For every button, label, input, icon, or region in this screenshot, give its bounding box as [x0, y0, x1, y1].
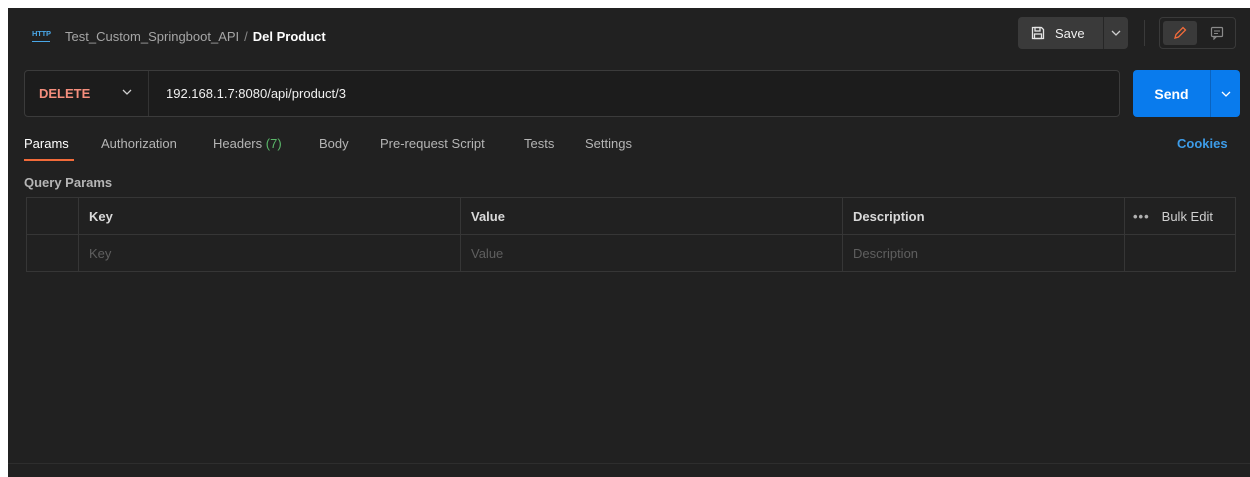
view-mode-toggle	[1159, 17, 1236, 49]
save-icon	[1031, 26, 1045, 40]
edit-mode-button[interactable]	[1163, 21, 1197, 45]
tab-label: Body	[319, 136, 349, 151]
active-tab-indicator	[24, 159, 74, 161]
url-input[interactable]	[166, 71, 1066, 116]
save-button-group: Save	[1018, 17, 1128, 49]
chevron-down-icon	[122, 89, 132, 95]
method-label: DELETE	[39, 86, 91, 101]
value-input[interactable]: Value	[461, 235, 841, 272]
description-input[interactable]: Description	[843, 235, 1123, 272]
request-name[interactable]: Del Product	[253, 29, 326, 44]
table-row: Key Value Description	[27, 235, 1235, 272]
postman-request-editor: HTTP Test_Custom_Springboot_API / Del Prod…	[8, 8, 1250, 477]
save-options-button[interactable]	[1104, 17, 1128, 49]
key-input[interactable]: Key	[79, 235, 459, 272]
more-options-icon[interactable]: •••	[1133, 209, 1150, 224]
tab-label: Authorization	[101, 136, 177, 151]
divider	[8, 463, 1250, 464]
tab-headers[interactable]: Headers (7)	[213, 136, 282, 162]
tab-label: Settings	[585, 136, 632, 151]
table-header-row: Key Value Description ••• Bulk Edit	[27, 198, 1235, 235]
send-options-button[interactable]	[1211, 70, 1240, 117]
tab-tests[interactable]: Tests	[524, 136, 554, 162]
tab-label: Tests	[524, 136, 555, 151]
tab-label: Pre-request Script	[380, 136, 485, 151]
pencil-icon	[1174, 26, 1187, 39]
tab-label: Headers	[213, 136, 263, 151]
tab-pre-request-script[interactable]: Pre-request Script	[380, 136, 485, 162]
url-bar: DELETE	[24, 70, 1120, 117]
comments-button[interactable]	[1200, 21, 1234, 45]
query-params-title: Query Params	[24, 175, 113, 190]
breadcrumb-separator: /	[244, 29, 248, 44]
bulk-edit-label: Bulk Edit	[1161, 209, 1213, 224]
save-label: Save	[1055, 25, 1085, 41]
tab-label: Params	[24, 136, 69, 151]
breadcrumb: Test_Custom_Springboot_API / Del Product	[65, 29, 326, 44]
save-button[interactable]: Save	[1018, 17, 1102, 49]
send-button[interactable]: Send	[1133, 70, 1210, 117]
bulk-edit-button[interactable]: ••• Bulk Edit	[1133, 198, 1213, 235]
tab-params[interactable]: Params	[24, 136, 74, 162]
column-header-value: Value	[471, 209, 505, 224]
breadcrumb-collection[interactable]: Test_Custom_Springboot_API	[65, 29, 239, 44]
column-header-description: Description	[853, 209, 925, 224]
column-header-key: Key	[89, 209, 113, 224]
cookies-link[interactable]: Cookies	[1177, 136, 1228, 151]
request-header: HTTP Test_Custom_Springboot_API / Del Prod…	[8, 8, 1250, 64]
comment-icon	[1210, 26, 1224, 40]
headers-count: (7)	[265, 136, 282, 151]
tab-settings[interactable]: Settings	[585, 136, 632, 162]
method-select[interactable]: DELETE	[25, 71, 149, 116]
divider	[1144, 20, 1145, 46]
tab-authorization[interactable]: Authorization	[101, 136, 177, 162]
tab-body[interactable]: Body	[319, 136, 349, 162]
query-params-table: Key Value Description ••• Bulk Edit Key …	[26, 197, 1236, 272]
chevron-down-icon	[1221, 91, 1230, 97]
http-icon: HTTP	[32, 28, 51, 42]
chevron-down-icon	[1111, 30, 1121, 36]
send-button-group: Send	[1133, 70, 1240, 117]
